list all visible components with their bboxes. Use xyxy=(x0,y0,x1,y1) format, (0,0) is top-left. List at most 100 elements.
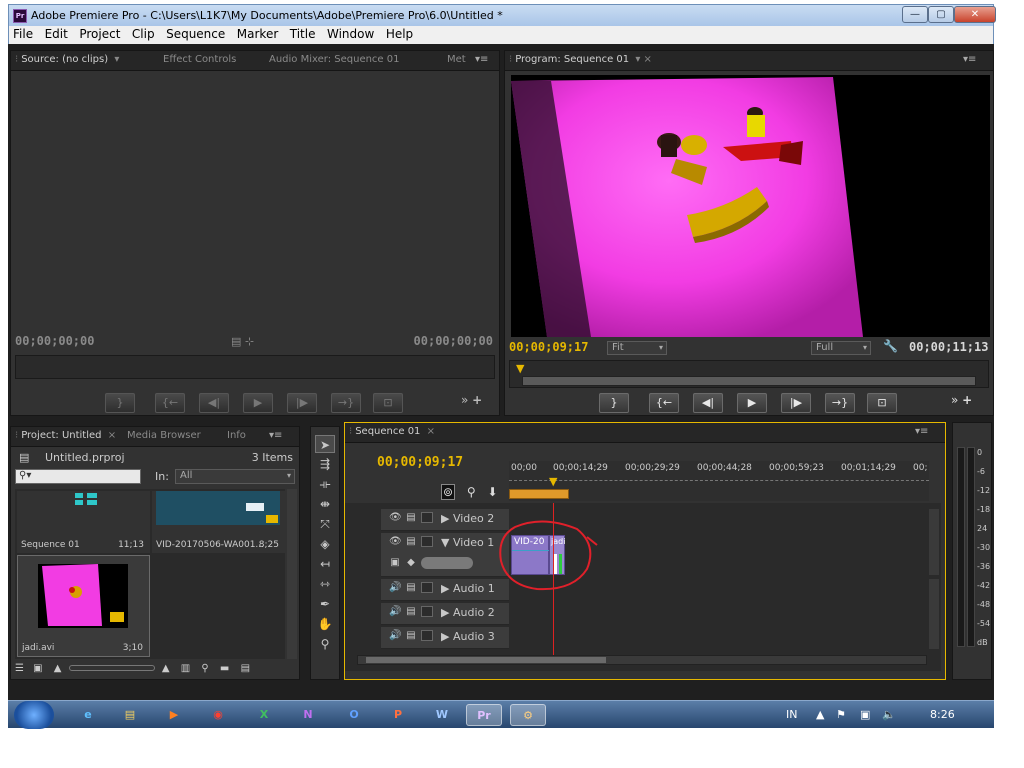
project-search-input[interactable]: ⚲▾ xyxy=(15,469,141,484)
film-icon[interactable]: ▤ xyxy=(405,630,417,641)
eye-icon[interactable]: 👁 xyxy=(389,512,402,523)
taskbar-media-player-icon[interactable]: ▶ xyxy=(156,704,192,726)
film-icon[interactable]: ▤ xyxy=(405,512,417,523)
program-play-button[interactable]: ▶ xyxy=(737,393,767,413)
tray-language[interactable]: IN xyxy=(786,708,797,721)
program-more-controls-icon[interactable]: » + xyxy=(951,393,972,407)
tray-show-hidden-icon[interactable]: ▲ xyxy=(816,708,824,721)
program-goto-in-button[interactable]: {← xyxy=(649,393,679,413)
track-audio-3[interactable]: 🔊 ▤ ▶ Audio 3 xyxy=(381,627,509,649)
menu-file[interactable]: File xyxy=(9,26,37,41)
taskbar-paint-icon[interactable]: ⚙ xyxy=(510,704,546,726)
source-export-frame-button[interactable]: ⊡ xyxy=(373,393,403,413)
source-scrub-bar[interactable] xyxy=(15,355,495,379)
taskbar-onenote-icon[interactable]: N xyxy=(290,704,326,726)
track-select-tool-icon[interactable]: ⇶ xyxy=(315,455,335,473)
find-icon[interactable]: ⚲ xyxy=(201,663,208,674)
source-step-back-button[interactable]: ◀| xyxy=(199,393,229,413)
zoom-out-icon[interactable]: ▲ xyxy=(54,663,62,674)
menu-marker[interactable]: Marker xyxy=(233,26,282,41)
source-play-button[interactable]: ▶ xyxy=(243,393,273,413)
lock-toggle[interactable] xyxy=(421,582,433,593)
program-goto-out-button[interactable]: →} xyxy=(825,393,855,413)
menu-title[interactable]: Title xyxy=(286,26,320,41)
timeline-panel-menu-icon[interactable]: ▾≡ xyxy=(915,426,928,437)
source-goto-in-button[interactable]: {← xyxy=(155,393,185,413)
in-filter-dropdown[interactable]: All ▾ xyxy=(175,469,295,484)
program-mark-out-button[interactable]: } xyxy=(599,393,629,413)
menu-project[interactable]: Project xyxy=(75,26,124,41)
rate-stretch-tool-icon[interactable]: ⤧ xyxy=(315,515,335,533)
playhead-marker-icon[interactable]: ▼ xyxy=(516,362,524,375)
menu-window[interactable]: Window xyxy=(323,26,378,41)
rolling-edit-tool-icon[interactable]: ⇼ xyxy=(315,495,335,513)
audio-tracks-scrollbar[interactable] xyxy=(929,579,939,649)
maximize-button[interactable]: ▢ xyxy=(928,6,954,23)
taskbar-word-icon[interactable]: W xyxy=(424,704,460,726)
project-item-video[interactable]: VID-20170506-WA001... 8;25 xyxy=(152,491,285,553)
taskbar-excel-icon[interactable]: X xyxy=(246,704,282,726)
zoom-tool-icon[interactable]: ⚲ xyxy=(315,635,335,653)
expand-icon[interactable]: ▶ xyxy=(441,630,453,643)
list-view-icon[interactable]: ☰ xyxy=(15,663,24,674)
scroll-thumb[interactable] xyxy=(366,657,606,663)
start-button-icon[interactable] xyxy=(14,701,54,729)
source-timecode-current[interactable]: 00;00;00;00 xyxy=(15,334,94,348)
slip-tool-icon[interactable]: ↤ xyxy=(315,555,335,573)
program-step-back-button[interactable]: ◀| xyxy=(693,393,723,413)
close-button[interactable]: ✕ xyxy=(954,6,996,23)
pen-tool-icon[interactable]: ✒ xyxy=(315,595,335,613)
lock-toggle[interactable] xyxy=(421,512,433,523)
zoom-scroll-bar[interactable] xyxy=(522,376,976,386)
menu-edit[interactable]: Edit xyxy=(41,26,72,41)
speaker-icon[interactable]: 🔊 xyxy=(389,606,401,617)
film-icon[interactable]: ▤ xyxy=(405,582,417,593)
taskbar-outlook-icon[interactable]: O xyxy=(336,704,372,726)
safe-margins-icon[interactable]: ▤ ⊹ xyxy=(231,335,254,348)
project-panel-menu-icon[interactable]: ▾≡ xyxy=(269,430,282,441)
display-style-icon[interactable]: ▣ xyxy=(389,557,401,568)
source-more-controls-icon[interactable]: » + xyxy=(461,393,482,407)
expand-icon[interactable]: ▶ xyxy=(441,606,453,619)
source-mark-out-button[interactable]: } xyxy=(105,393,135,413)
work-area-bar[interactable] xyxy=(509,489,569,499)
tab-sequence-01[interactable]: ⁝ Sequence 01 × xyxy=(349,426,435,441)
track-audio-2[interactable]: 🔊 ▤ ▶ Audio 2 xyxy=(381,603,509,625)
taskbar-ie-icon[interactable]: e xyxy=(70,704,106,726)
timeline-timecode[interactable]: 00;00;09;17 xyxy=(377,455,463,470)
eye-icon[interactable]: 👁 xyxy=(389,536,402,547)
lock-toggle[interactable] xyxy=(421,606,433,617)
keyframe-navigator[interactable] xyxy=(421,557,473,569)
tray-volume-muted-icon[interactable]: 🔈 xyxy=(882,708,896,721)
playhead-icon[interactable]: ▼ xyxy=(549,475,557,488)
slide-tool-icon[interactable]: ⇿ xyxy=(315,575,335,593)
marker-icon[interactable]: ⚲ xyxy=(467,485,476,499)
add-marker-icon[interactable]: ⬇ xyxy=(488,485,498,499)
menu-clip[interactable]: Clip xyxy=(128,26,159,41)
tray-action-center-icon[interactable]: ⚑ xyxy=(836,708,846,721)
minimize-button[interactable]: — xyxy=(902,6,928,23)
ripple-edit-tool-icon[interactable]: ⟛ xyxy=(315,475,335,493)
expand-icon[interactable]: ▶ xyxy=(441,582,453,595)
lock-toggle[interactable] xyxy=(421,536,433,547)
tab-source[interactable]: ⁝ Source: (no clips) ▾ xyxy=(15,54,119,69)
menu-sequence[interactable]: Sequence xyxy=(162,26,229,41)
tray-clock[interactable]: 8:26 xyxy=(930,708,955,721)
source-goto-out-button[interactable]: →} xyxy=(331,393,361,413)
taskbar-explorer-icon[interactable]: ▤ xyxy=(112,704,148,726)
quality-dropdown[interactable]: Full ▾ xyxy=(811,341,871,355)
razor-tool-icon[interactable]: ◈ xyxy=(315,535,335,553)
taskbar-powerpoint-icon[interactable]: P xyxy=(380,704,416,726)
time-ruler[interactable]: 00;00 00;00;14;29 00;00;29;29 00;00;44;2… xyxy=(509,461,929,501)
selection-tool-icon[interactable]: ➤ xyxy=(315,435,335,453)
program-panel-menu-icon[interactable]: ▾≡ xyxy=(963,54,976,65)
project-scrollbar[interactable] xyxy=(287,489,297,659)
speaker-icon[interactable]: 🔊 xyxy=(389,630,401,641)
zoom-dropdown[interactable]: Fit ▾ xyxy=(607,341,667,355)
hand-tool-icon[interactable]: ✋ xyxy=(315,615,335,633)
program-export-frame-button[interactable]: ⊡ xyxy=(867,393,897,413)
speaker-icon[interactable]: 🔊 xyxy=(389,582,401,593)
source-step-forward-button[interactable]: |▶ xyxy=(287,393,317,413)
track-audio-1[interactable]: 🔊 ▤ ▶ Audio 1 xyxy=(381,579,509,601)
menu-help[interactable]: Help xyxy=(382,26,417,41)
